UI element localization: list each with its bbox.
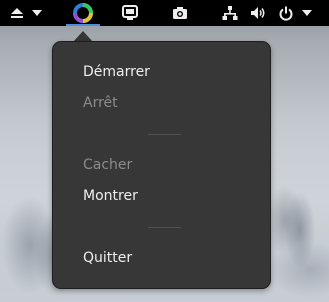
volume-icon[interactable] — [248, 0, 268, 26]
chevron-down-icon[interactable] — [300, 0, 314, 26]
app-menu: Démarrer Arrêt Cacher Montrer Quitter — [52, 41, 271, 289]
menu-separator — [148, 227, 181, 228]
top-bar — [0, 0, 329, 26]
screen-icon[interactable] — [120, 0, 140, 26]
eject-icon[interactable] — [8, 0, 26, 26]
menu-item-show[interactable]: Montrer — [83, 188, 138, 204]
menu-item-quit[interactable]: Quitter — [83, 250, 132, 266]
active-indicator — [66, 24, 100, 26]
chevron-down-icon[interactable] — [30, 0, 44, 26]
menu-item-hide[interactable]: Cacher — [83, 157, 132, 173]
camera-icon[interactable] — [170, 0, 190, 26]
network-icon[interactable] — [220, 0, 240, 26]
menu-item-start[interactable]: Démarrer — [83, 64, 150, 80]
power-icon[interactable] — [277, 0, 295, 26]
menu-separator — [148, 134, 181, 135]
menu-item-stop[interactable]: Arrêt — [83, 95, 118, 111]
circular-app-icon[interactable] — [70, 0, 96, 26]
